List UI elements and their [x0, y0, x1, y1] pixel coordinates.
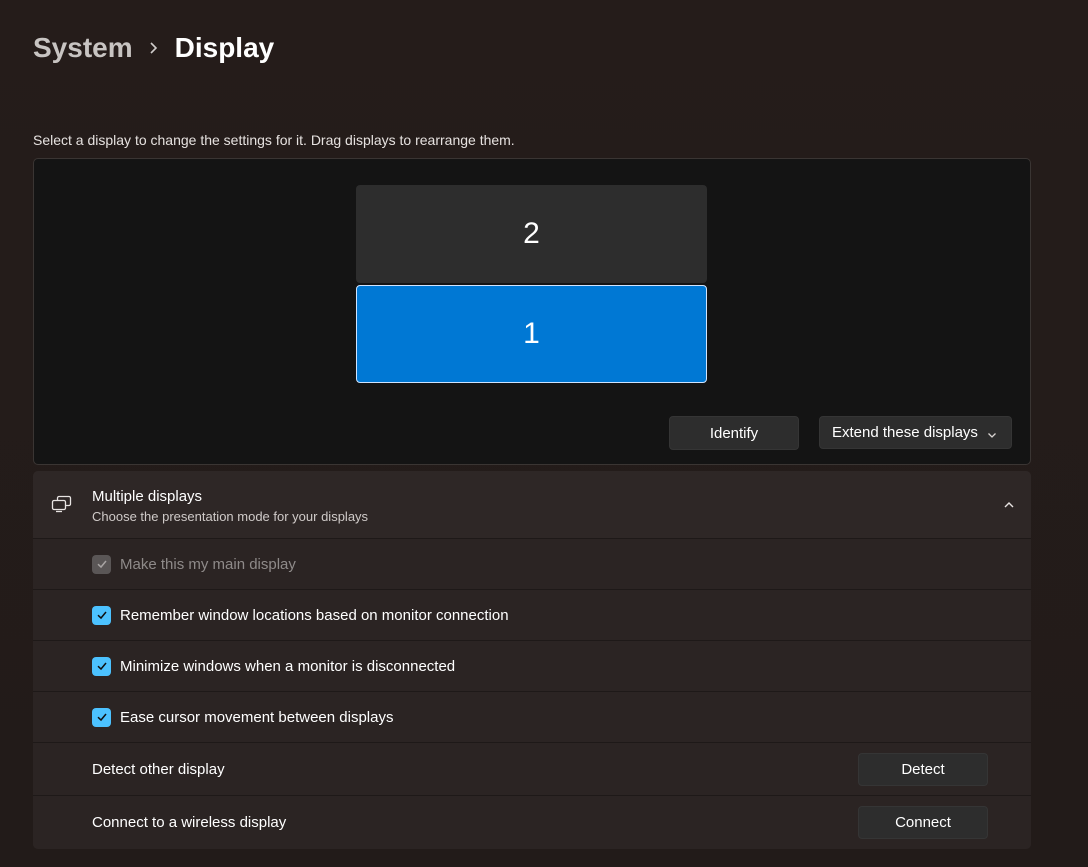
option-main-display: Make this my main display: [33, 539, 1031, 590]
wireless-display-row: Connect to a wireless display Connect: [33, 796, 1031, 849]
page-title: Display: [174, 32, 275, 63]
display-mode-dropdown[interactable]: Extend these displays: [819, 416, 1012, 449]
monitor-1-label: 1: [523, 317, 540, 350]
ease-cursor-movement-checkbox[interactable]: [92, 707, 111, 727]
connect-button[interactable]: Connect: [858, 806, 988, 839]
ease-cursor-movement-label: Ease cursor movement between displays: [120, 708, 394, 726]
checkmark-icon: [96, 560, 107, 569]
chevron-up-icon[interactable]: [1003, 498, 1015, 516]
multiple-displays-header[interactable]: Multiple displays Choose the presentatio…: [33, 471, 1031, 539]
checkmark-icon: [96, 611, 107, 620]
minimize-windows-checkbox[interactable]: [92, 656, 111, 676]
breadcrumb: System Display: [33, 28, 274, 68]
option-ease-cursor-movement[interactable]: Ease cursor movement between displays: [33, 692, 1031, 743]
option-remember-window-locations[interactable]: Remember window locations based on monit…: [33, 590, 1031, 641]
wireless-display-label: Connect to a wireless display: [92, 814, 287, 831]
identify-button[interactable]: Identify: [669, 416, 799, 450]
detect-display-label: Detect other display: [92, 760, 225, 778]
detect-display-row: Detect other display Detect: [33, 743, 1031, 796]
main-display-checkbox: [92, 554, 111, 574]
detect-button[interactable]: Detect: [858, 753, 988, 786]
chevron-right-icon: [133, 41, 175, 55]
checkmark-icon: [96, 713, 107, 722]
multiple-displays-panel: Multiple displays Choose the presentatio…: [33, 471, 1031, 849]
remember-window-locations-label: Remember window locations based on monit…: [120, 606, 509, 624]
chevron-down-icon: [987, 427, 997, 444]
display-arrangement-area: 2 1 Identify Extend these displays: [33, 158, 1031, 465]
multiple-displays-title: Multiple displays: [92, 488, 203, 505]
multiple-displays-subtitle: Choose the presentation mode for your di…: [92, 509, 369, 524]
monitor-1-tile[interactable]: 1: [356, 285, 707, 383]
display-mode-value: Extend these displays: [832, 424, 978, 441]
breadcrumb-system[interactable]: System: [33, 32, 133, 64]
arrangement-instruction: Select a display to change the settings …: [33, 132, 515, 148]
monitor-2-label: 2: [523, 217, 540, 250]
multiple-displays-icon: [51, 495, 73, 518]
main-display-label: Make this my main display: [120, 555, 296, 573]
remember-window-locations-checkbox[interactable]: [92, 605, 111, 625]
minimize-windows-label: Minimize windows when a monitor is disco…: [120, 657, 456, 675]
monitor-2-tile[interactable]: 2: [356, 185, 707, 283]
settings-page: System Display Select a display to chang…: [0, 0, 1088, 867]
option-minimize-windows[interactable]: Minimize windows when a monitor is disco…: [33, 641, 1031, 692]
checkmark-icon: [96, 662, 107, 671]
